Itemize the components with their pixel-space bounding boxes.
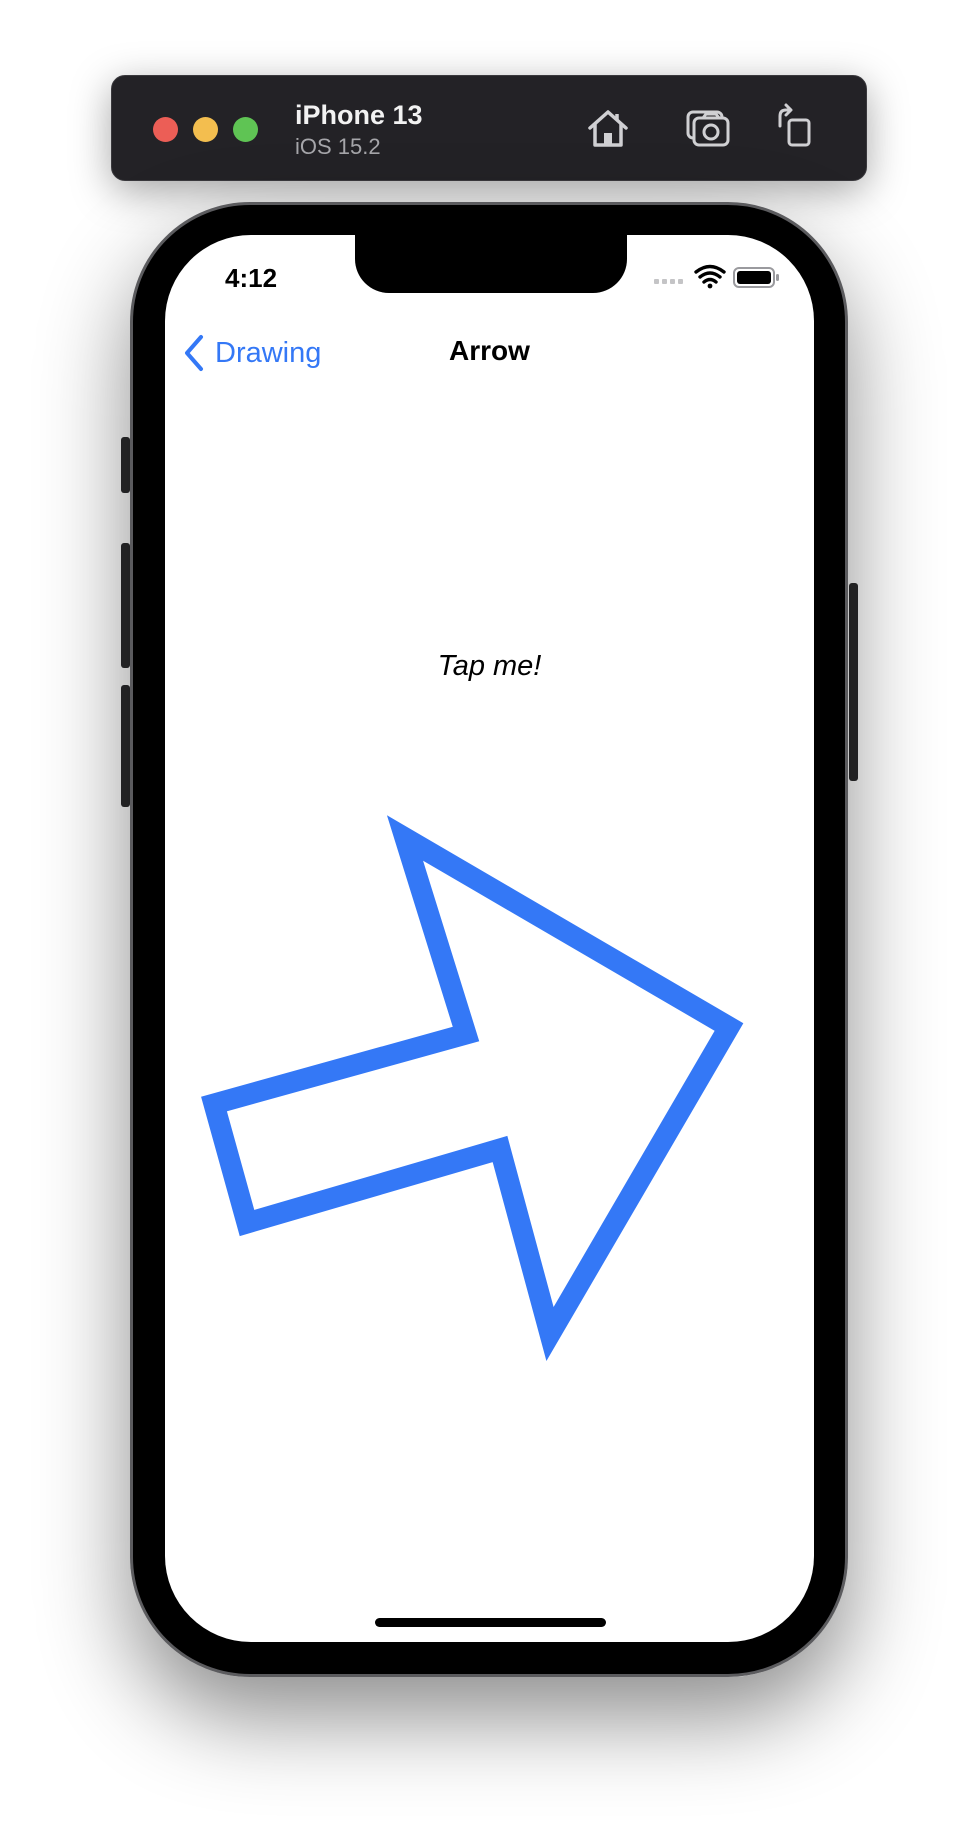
power-button — [849, 583, 858, 781]
home-indicator[interactable] — [375, 1618, 606, 1627]
phone-screen: 4:12 Drawing Arrow Tap me! — [165, 235, 814, 1642]
simulator-toolbar: iPhone 13 iOS 15.2 — [111, 75, 867, 181]
rotate-icon[interactable] — [770, 102, 822, 154]
volume-up-button — [121, 543, 130, 668]
os-version: iOS 15.2 — [295, 134, 381, 159]
screenshot-icon[interactable] — [682, 102, 734, 154]
action-button — [121, 437, 130, 493]
minimize-window-button[interactable] — [193, 117, 218, 142]
home-icon[interactable] — [582, 102, 634, 154]
device-name: iPhone 13 — [295, 100, 423, 130]
zoom-window-button[interactable] — [233, 117, 258, 142]
close-window-button[interactable] — [153, 117, 178, 142]
arrow-outline — [201, 815, 744, 1361]
volume-down-button — [121, 685, 130, 807]
arrow-shape[interactable] — [165, 235, 814, 1642]
